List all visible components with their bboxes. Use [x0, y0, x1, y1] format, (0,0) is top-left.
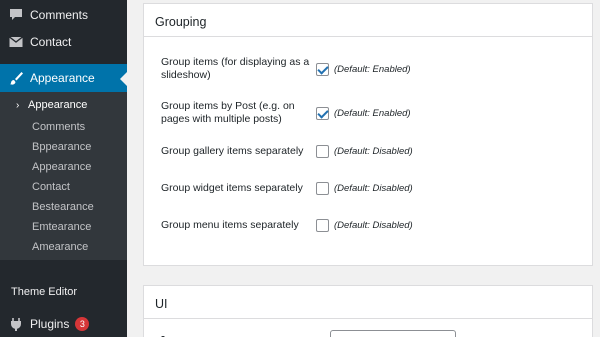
- submenu-item[interactable]: Emtearance: [0, 218, 127, 236]
- setting-label: Group widget items separately: [161, 182, 303, 194]
- menu-theme-editor[interactable]: Theme Editor: [0, 282, 127, 302]
- menu-plugins-label: Plugins: [30, 317, 70, 331]
- setting-label: Group gallery items separately: [161, 145, 304, 157]
- submenu-item[interactable]: Appearance: [0, 158, 127, 176]
- plugins-update-badge: 3: [75, 317, 90, 331]
- setting-row: Group gallery items separately (Default:…: [144, 145, 594, 158]
- setting-checkbox[interactable]: [316, 145, 329, 158]
- menu-comments[interactable]: Comments: [0, 3, 127, 27]
- setting-row: Group widget items separately (Default: …: [144, 182, 594, 195]
- submenu-item[interactable]: Bestearance: [0, 198, 127, 216]
- submenu-item[interactable]: Contact: [0, 178, 127, 196]
- menu-appearance[interactable]: Appearance: [0, 64, 127, 92]
- envelope-icon: [8, 34, 24, 50]
- grouping-panel: Grouping Group items (for displaying as …: [143, 3, 593, 266]
- setting-default: (Default: Enabled): [334, 63, 411, 75]
- ui-panel: UI: [143, 285, 593, 337]
- ui-title: UI: [144, 286, 592, 319]
- chevron-right-icon: ›: [16, 100, 20, 111]
- menu-appearance-label: Appearance: [30, 71, 95, 85]
- menu-contact[interactable]: Contact: [0, 30, 127, 54]
- setting-default: (Default: Enabled): [334, 107, 411, 119]
- setting-checkbox[interactable]: [316, 62, 329, 76]
- setting-default: (Default: Disabled): [334, 220, 413, 231]
- comment-icon: [8, 7, 24, 23]
- setting-default: (Default: Disabled): [334, 183, 413, 194]
- submenu-item-label: Appearance: [28, 99, 88, 111]
- main-content: Grouping Group items (for displaying as …: [127, 0, 600, 337]
- submenu-item-active[interactable]: › Appearance: [0, 96, 127, 115]
- submenu-item[interactable]: Bppearance: [0, 138, 127, 156]
- setting-checkbox[interactable]: [316, 219, 329, 232]
- menu-contact-label: Contact: [30, 35, 72, 49]
- admin-sidebar: Comments Contact Appearance › Appearance …: [0, 0, 127, 337]
- menu-comments-label: Comments: [30, 8, 89, 22]
- setting-label: Group items (for displaying as a slidesh…: [161, 56, 310, 81]
- appearance-submenu: › Appearance Comments Bppearance Appearan…: [0, 92, 127, 260]
- paintbrush-icon: [8, 70, 24, 86]
- submenu-item[interactable]: Amearance: [0, 238, 127, 256]
- submenu-item[interactable]: Comments: [0, 118, 127, 136]
- plugin-icon: [8, 316, 24, 332]
- setting-checkbox[interactable]: [316, 106, 329, 120]
- setting-default: (Default: Disabled): [334, 146, 413, 157]
- setting-label: Group items by Post (e.g. on pages with …: [161, 100, 295, 125]
- setting-row: Group items by Post (e.g. on pages with …: [144, 100, 594, 126]
- setting-row: Group menu items separately (Default: Di…: [144, 219, 594, 232]
- grouping-title: Grouping: [144, 4, 592, 37]
- setting-row: Group items (for displaying as a slidesh…: [144, 56, 594, 82]
- setting-label: Group menu items separately: [161, 219, 299, 231]
- ui-select-field[interactable]: [330, 330, 456, 337]
- setting-checkbox[interactable]: [316, 182, 329, 195]
- menu-plugins[interactable]: Plugins 3: [0, 312, 127, 336]
